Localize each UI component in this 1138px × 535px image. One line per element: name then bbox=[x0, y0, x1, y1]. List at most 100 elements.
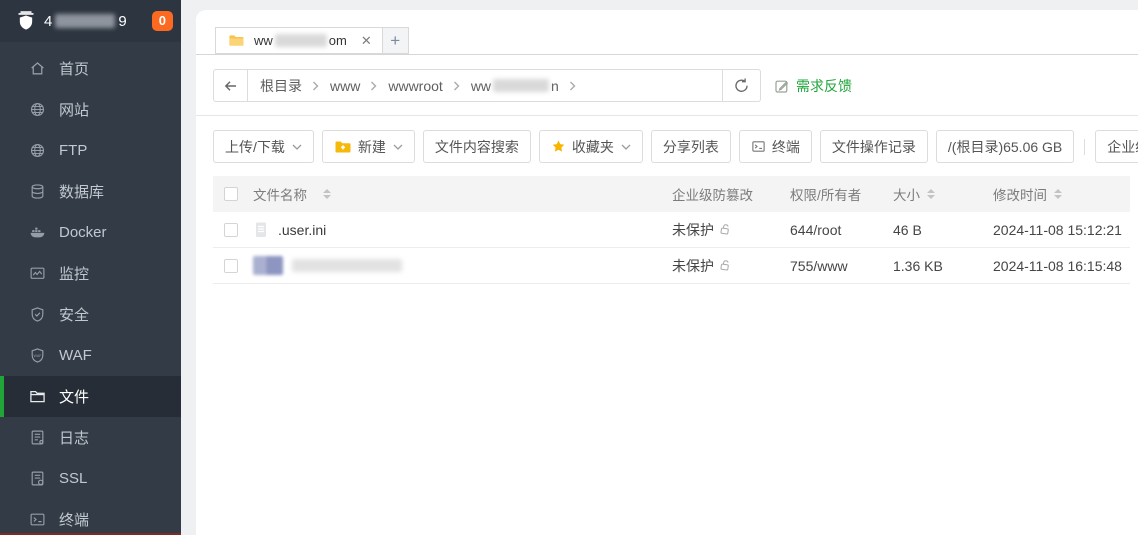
modified-time: 2024-11-08 16:15:48 bbox=[975, 258, 1130, 274]
file-icon bbox=[253, 221, 269, 239]
sidebar: 4 9 0 首页 网站 FTP 数据库 bbox=[0, 0, 181, 535]
notification-badge[interactable]: 0 bbox=[152, 11, 173, 32]
sidebar-item-security[interactable]: 安全 bbox=[0, 294, 181, 335]
new-folder-icon bbox=[334, 139, 352, 155]
feedback-link[interactable]: 需求反馈 bbox=[774, 76, 852, 96]
home-icon bbox=[29, 60, 46, 77]
file-content-search-button[interactable]: 文件内容搜索 bbox=[423, 130, 531, 163]
sidebar-item-waf[interactable]: WAF WAF bbox=[0, 335, 181, 376]
tab-title: ww om bbox=[254, 33, 347, 48]
chevron-right-icon bbox=[453, 81, 461, 91]
tab-bar: ww om ✕ + bbox=[196, 10, 1138, 55]
shield-waf-icon: WAF bbox=[29, 347, 46, 364]
terminal-icon bbox=[29, 511, 46, 528]
row-checkbox[interactable] bbox=[224, 223, 238, 237]
tab-site[interactable]: ww om ✕ bbox=[215, 27, 383, 54]
sidebar-item-website[interactable]: 网站 bbox=[0, 89, 181, 130]
sort-name-control[interactable] bbox=[323, 189, 331, 199]
sidebar-item-files[interactable]: 文件 bbox=[0, 376, 181, 417]
select-all-checkbox[interactable] bbox=[224, 187, 238, 201]
chevron-right-icon bbox=[569, 81, 577, 91]
file-operation-log-button[interactable]: 文件操作记录 bbox=[820, 130, 928, 163]
back-button[interactable] bbox=[213, 69, 248, 102]
app-root: 4 9 0 首页 网站 FTP 数据库 bbox=[0, 0, 1138, 535]
close-icon[interactable]: ✕ bbox=[361, 34, 372, 47]
sort-size-control[interactable] bbox=[927, 189, 935, 199]
add-tab-button[interactable]: + bbox=[383, 27, 409, 54]
redacted-file-name[interactable] bbox=[292, 259, 402, 272]
header-tamper: 企业级防篡改 bbox=[652, 184, 772, 204]
sidebar-item-monitor[interactable]: 监控 bbox=[0, 253, 181, 294]
sidebar-item-home[interactable]: 首页 bbox=[0, 48, 181, 89]
sidebar-header: 4 9 0 bbox=[0, 0, 181, 42]
favorites-button[interactable]: 收藏夹 bbox=[539, 130, 643, 163]
modified-time: 2024-11-08 15:12:21 bbox=[975, 222, 1130, 238]
database-icon bbox=[29, 183, 46, 200]
table-row: 未保护 755/www 1.36 KB 2024-11-08 16:15:48 bbox=[213, 248, 1130, 284]
tamper-proof-button[interactable]: 企业级防篡改 bbox=[1095, 130, 1138, 163]
redacted-breadcrumb bbox=[493, 79, 549, 92]
file-table: 文件名称 企业级防篡改 权限/所有者 大小 修改时间 bbox=[213, 176, 1130, 284]
file-size: 46 B bbox=[875, 222, 975, 238]
sidebar-item-logs[interactable]: 日志 bbox=[0, 417, 181, 458]
chevron-right-icon bbox=[370, 81, 378, 91]
server-name: 4 9 bbox=[44, 13, 127, 30]
sidebar-item-docker[interactable]: Docker bbox=[0, 212, 181, 253]
breadcrumb-wwwroot[interactable]: wwwroot bbox=[388, 78, 442, 94]
unlock-icon[interactable] bbox=[718, 222, 733, 237]
sidebar-item-ssl[interactable]: SSL bbox=[0, 458, 181, 499]
tamper-status: 未保护 bbox=[672, 220, 714, 240]
breadcrumb-root[interactable]: 根目录 bbox=[260, 76, 302, 96]
unlock-icon[interactable] bbox=[718, 258, 733, 273]
refresh-button[interactable] bbox=[723, 69, 761, 102]
chevron-down-icon bbox=[393, 144, 403, 150]
main-area: ww om ✕ + 根目录 www bbox=[181, 0, 1138, 535]
docker-icon bbox=[29, 224, 46, 241]
perm-owner: 755/www bbox=[772, 258, 875, 274]
breadcrumb: 根目录 www wwwroot ww n bbox=[248, 69, 723, 102]
header-perm: 权限/所有者 bbox=[772, 184, 875, 204]
feedback-edit-icon bbox=[774, 78, 790, 94]
globe-icon bbox=[29, 101, 46, 118]
toolbar-divider bbox=[1084, 139, 1085, 155]
terminal-button[interactable]: 终端 bbox=[739, 130, 812, 163]
terminal-icon bbox=[751, 139, 766, 154]
toolbar: 上传/下载 新建 文件内容搜索 收藏夹 分享列表 bbox=[196, 116, 1138, 163]
perm-owner: 644/root bbox=[772, 222, 875, 238]
share-list-button[interactable]: 分享列表 bbox=[651, 130, 731, 163]
globe-icon bbox=[29, 142, 46, 159]
folder-icon bbox=[228, 33, 246, 48]
path-bar: 根目录 www wwwroot ww n bbox=[196, 55, 1138, 116]
table-row: .user.ini 未保护 644/root 46 B 2024-11-08 1… bbox=[213, 212, 1130, 248]
panel-logo-icon bbox=[15, 10, 37, 32]
shield-check-icon bbox=[29, 306, 46, 323]
row-checkbox[interactable] bbox=[224, 259, 238, 273]
upload-download-button[interactable]: 上传/下载 bbox=[213, 130, 314, 163]
file-name-link[interactable]: .user.ini bbox=[278, 222, 326, 238]
path-nav-group: 根目录 www wwwroot ww n bbox=[213, 69, 761, 102]
content-card: ww om ✕ + 根目录 www bbox=[196, 10, 1138, 535]
redacted-file-icon bbox=[253, 256, 283, 275]
monitor-chart-icon bbox=[29, 265, 46, 282]
sidebar-item-ftp[interactable]: FTP bbox=[0, 130, 181, 171]
breadcrumb-site-dir[interactable]: ww n bbox=[471, 78, 559, 94]
sidebar-item-database[interactable]: 数据库 bbox=[0, 171, 181, 212]
folder-icon bbox=[29, 388, 46, 405]
sidebar-menu: 首页 网站 FTP 数据库 Docker 监控 bbox=[0, 42, 181, 535]
redacted-tab-name bbox=[275, 34, 327, 47]
chevron-right-icon bbox=[312, 81, 320, 91]
new-file-button[interactable]: 新建 bbox=[322, 130, 415, 163]
document-icon bbox=[29, 429, 46, 446]
tamper-status: 未保护 bbox=[672, 256, 714, 276]
breadcrumb-www[interactable]: www bbox=[330, 78, 360, 94]
chevron-down-icon bbox=[292, 144, 302, 150]
sidebar-item-terminal[interactable]: 终端 bbox=[0, 499, 181, 535]
disk-root-usage-button[interactable]: /(根目录)65.06 GB bbox=[936, 130, 1074, 163]
chevron-down-icon bbox=[621, 144, 631, 150]
redacted-server-name bbox=[55, 14, 115, 28]
sort-mtime-control[interactable] bbox=[1054, 189, 1062, 199]
star-icon bbox=[551, 139, 566, 154]
svg-text:WAF: WAF bbox=[34, 354, 43, 358]
file-size: 1.36 KB bbox=[875, 258, 975, 274]
document-cert-icon bbox=[29, 470, 46, 487]
